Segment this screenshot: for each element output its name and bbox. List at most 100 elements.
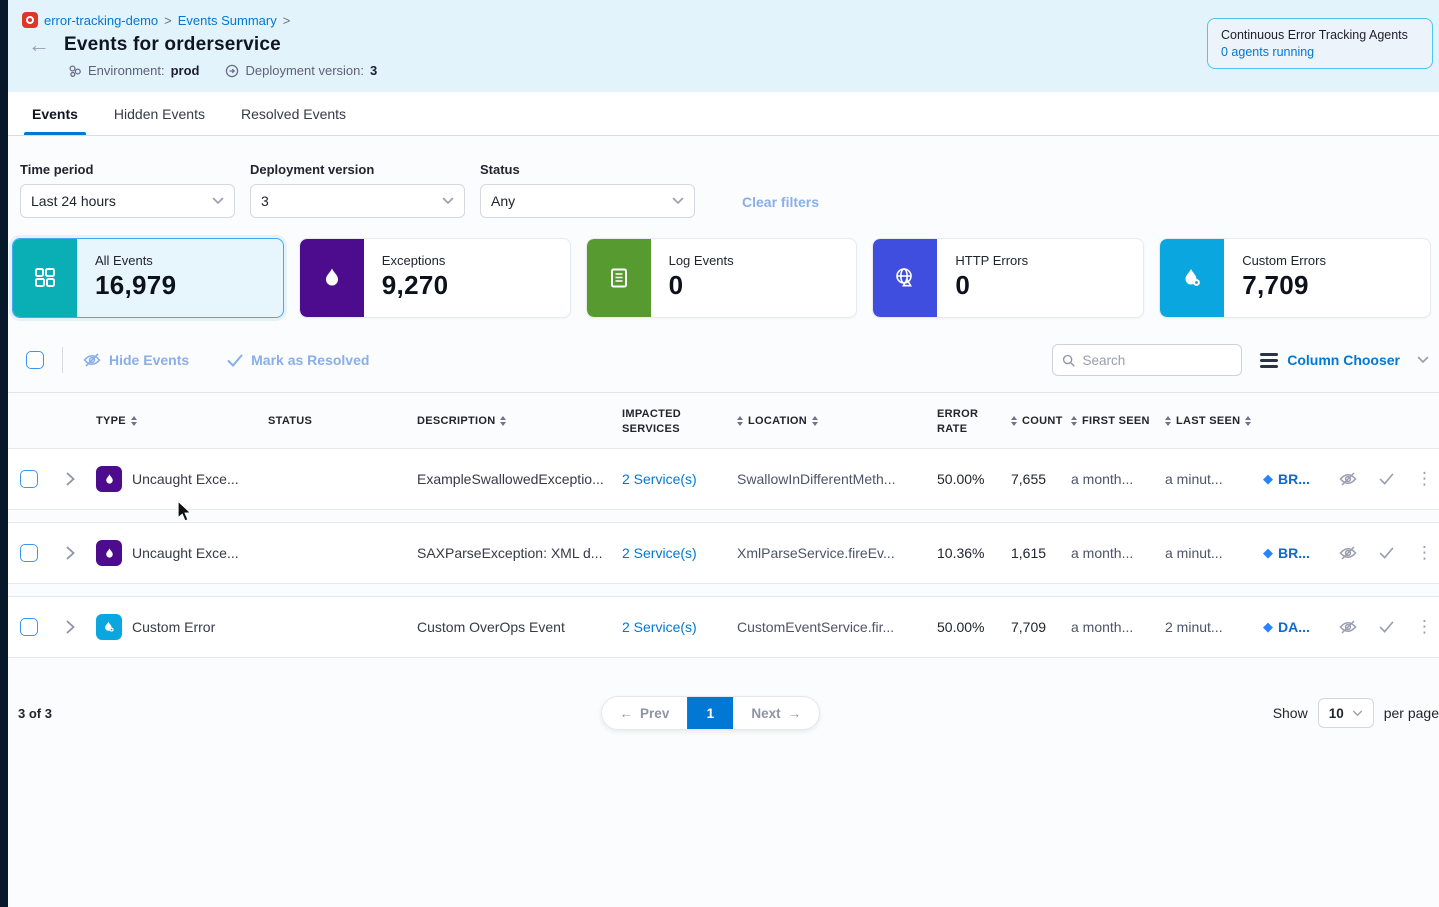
col-error-rate[interactable]: ERROR RATE (937, 407, 987, 436)
status-select[interactable]: Any (480, 184, 695, 218)
row-checkbox[interactable] (20, 470, 38, 488)
row-menu-icon[interactable]: ⋮ (1416, 469, 1433, 489)
card-all-events[interactable]: All Events 16,979 (12, 238, 284, 318)
resolve-event-icon[interactable] (1379, 547, 1394, 559)
select-all-checkbox[interactable] (26, 351, 44, 369)
error-rate: 50.00% (937, 471, 1011, 487)
result-count: 3 of 3 (18, 706, 52, 721)
environment-label: Environment: (88, 63, 165, 78)
breadcrumb-events-summary-link[interactable]: Events Summary (178, 13, 277, 28)
hide-event-icon[interactable] (1339, 620, 1357, 634)
row-checkbox[interactable] (20, 544, 38, 562)
card-http-errors[interactable]: HTTP Errors 0 (872, 238, 1144, 318)
hide-event-icon[interactable] (1339, 546, 1357, 560)
card-value: 0 (669, 270, 734, 301)
next-page-button[interactable]: Next → (733, 697, 819, 729)
event-description: Custom OverOps Event (417, 619, 622, 635)
column-chooser-button[interactable]: Column Chooser (1260, 352, 1429, 368)
sort-icon[interactable] (812, 416, 818, 426)
expand-row-icon[interactable] (50, 620, 90, 634)
last-seen: a minut... (1165, 471, 1263, 487)
col-impacted-services[interactable]: IMPACTED SERVICES (622, 407, 700, 436)
event-location: SwallowInDifferentMeth... (737, 471, 937, 487)
col-type[interactable]: TYPE (96, 414, 126, 428)
tab-events[interactable]: Events (18, 92, 92, 135)
event-description: SAXParseException: XML d... (417, 545, 622, 561)
breadcrumb-separator: > (283, 13, 291, 28)
hide-event-icon[interactable] (1339, 472, 1357, 486)
sort-icon[interactable] (131, 416, 137, 426)
col-last-seen[interactable]: LAST SEEN (1176, 414, 1240, 428)
row-menu-icon[interactable]: ⋮ (1416, 617, 1433, 637)
impacted-services-link[interactable]: 2 Service(s) (622, 619, 737, 635)
agents-card-title: Continuous Error Tracking Agents (1221, 28, 1419, 42)
row-checkbox[interactable] (20, 618, 38, 636)
environment-value: prod (171, 63, 200, 78)
mark-resolved-button[interactable]: Mark as Resolved (227, 352, 369, 368)
card-custom-errors[interactable]: Custom Errors 7,709 (1159, 238, 1431, 318)
sort-icon[interactable] (1071, 416, 1077, 426)
col-location[interactable]: LOCATION (748, 414, 807, 428)
event-description: ExampleSwallowedExceptio... (417, 471, 622, 487)
last-seen: 2 minut... (1165, 619, 1263, 635)
page-number-button[interactable]: 1 (687, 697, 733, 729)
expand-row-icon[interactable] (50, 472, 90, 486)
exception-flame-icon (96, 466, 122, 492)
table-footer: 3 of 3 ← Prev 1 Next → Show 10 per page (8, 670, 1439, 728)
sort-icon[interactable] (1245, 416, 1251, 426)
tab-resolved-events[interactable]: Resolved Events (227, 92, 360, 135)
resolve-event-icon[interactable] (1379, 473, 1394, 485)
event-location: XmlParseService.fireEv... (737, 545, 937, 561)
chevron-down-icon (1352, 710, 1363, 717)
resolve-event-icon[interactable] (1379, 621, 1394, 633)
first-seen: a month... (1071, 471, 1165, 487)
card-log-events[interactable]: Log Events 0 (586, 238, 858, 318)
agents-running-link[interactable]: 0 agents running (1221, 45, 1419, 59)
deployment-version-filter-value: 3 (261, 193, 269, 209)
col-first-seen[interactable]: FIRST SEEN (1082, 414, 1150, 428)
row-menu-icon[interactable]: ⋮ (1416, 543, 1433, 563)
tab-hidden-events[interactable]: Hidden Events (100, 92, 219, 135)
breadcrumb-project-link[interactable]: error-tracking-demo (44, 13, 158, 28)
card-exceptions[interactable]: Exceptions 9,270 (299, 238, 571, 318)
page-size-select[interactable]: 10 (1318, 698, 1374, 728)
jira-ticket-link[interactable]: ◆DA... (1263, 619, 1339, 635)
table-row[interactable]: Custom Error Custom OverOps Event 2 Serv… (8, 596, 1439, 658)
impacted-services-link[interactable]: 2 Service(s) (622, 471, 737, 487)
card-value: 0 (955, 270, 1028, 301)
event-type: Uncaught Exce... (132, 545, 239, 561)
time-period-value: Last 24 hours (31, 193, 116, 209)
sort-icon[interactable] (1011, 416, 1017, 426)
jira-ticket-link[interactable]: ◆BR... (1263, 545, 1339, 561)
prev-page-button[interactable]: ← Prev (602, 697, 688, 729)
expand-row-icon[interactable] (50, 546, 90, 560)
time-period-select[interactable]: Last 24 hours (20, 184, 235, 218)
sort-icon[interactable] (737, 416, 743, 426)
col-count[interactable]: COUNT (1022, 414, 1063, 428)
flame-icon (300, 239, 364, 317)
search-input[interactable] (1082, 353, 1232, 368)
sort-icon[interactable] (500, 416, 506, 426)
col-description[interactable]: DESCRIPTION (417, 414, 495, 428)
table-row[interactable]: Uncaught Exce... ExampleSwallowedExcepti… (8, 448, 1439, 510)
jira-ticket-link[interactable]: ◆BR... (1263, 471, 1339, 487)
jira-icon: ◆ (1263, 619, 1273, 635)
clear-filters-button[interactable]: Clear filters (742, 194, 819, 210)
back-arrow-icon[interactable]: ← (22, 35, 50, 55)
table-row[interactable]: Uncaught Exce... SAXParseException: XML … (8, 522, 1439, 584)
hide-events-button[interactable]: Hide Events (83, 352, 189, 368)
flame-gear-icon (1160, 239, 1224, 317)
deployment-version-select[interactable]: 3 (250, 184, 465, 218)
page-header: error-tracking-demo > Events Summary > ←… (8, 0, 1439, 92)
chevron-down-icon (672, 197, 684, 205)
col-status[interactable]: STATUS (268, 414, 312, 428)
card-label: All Events (95, 253, 176, 268)
sort-icon[interactable] (1165, 416, 1171, 426)
breadcrumb-separator: > (164, 13, 172, 28)
event-type: Uncaught Exce... (132, 471, 239, 487)
time-period-label: Time period (20, 162, 235, 177)
per-page-label: per page (1384, 705, 1439, 721)
event-count: 1,615 (1011, 545, 1071, 561)
column-chooser-label: Column Chooser (1287, 352, 1400, 368)
impacted-services-link[interactable]: 2 Service(s) (622, 545, 737, 561)
